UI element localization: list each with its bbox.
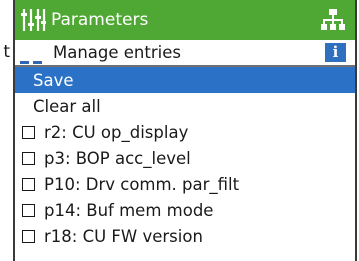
param-label: r18: CU FW version (44, 226, 203, 246)
checkbox[interactable] (22, 203, 35, 217)
clear-all-label: Clear all (33, 96, 101, 116)
parameters-panel: Parameters Manage entries i Save Clear a… (13, 0, 357, 261)
param-label: P10: Drv comm. par_filt (44, 174, 240, 194)
param-row-p10[interactable]: P10: Drv comm. par_filt (15, 171, 355, 197)
checkbox[interactable] (22, 125, 35, 139)
param-row-p14[interactable]: p14: Buf mem mode (15, 197, 355, 223)
param-label: p3: BOP acc_level (44, 148, 191, 168)
page-title: Parameters (51, 10, 149, 30)
title-bar: Parameters (15, 0, 355, 40)
stray-text: t (3, 42, 10, 62)
tree-icon[interactable] (321, 8, 345, 32)
save-menu-item[interactable]: Save (15, 67, 355, 93)
param-row-r2[interactable]: r2: CU op_display (15, 119, 355, 145)
param-row-p3[interactable]: p3: BOP acc_level (15, 145, 355, 171)
param-row-r18[interactable]: r18: CU FW version (15, 223, 355, 249)
param-label: r2: CU op_display (44, 122, 189, 142)
submenu-title: Manage entries (53, 43, 181, 62)
sliders-icon (21, 9, 46, 31)
info-icon[interactable]: i (325, 43, 346, 62)
checkbox[interactable] (22, 229, 35, 243)
scroll-indicator (20, 49, 46, 68)
save-label: Save (33, 70, 74, 90)
checkbox[interactable] (22, 151, 35, 165)
submenu-header: Manage entries i (15, 40, 355, 67)
checkbox[interactable] (22, 177, 35, 191)
param-label: p14: Buf mem mode (44, 200, 214, 220)
clear-all-menu-item[interactable]: Clear all (15, 93, 355, 119)
